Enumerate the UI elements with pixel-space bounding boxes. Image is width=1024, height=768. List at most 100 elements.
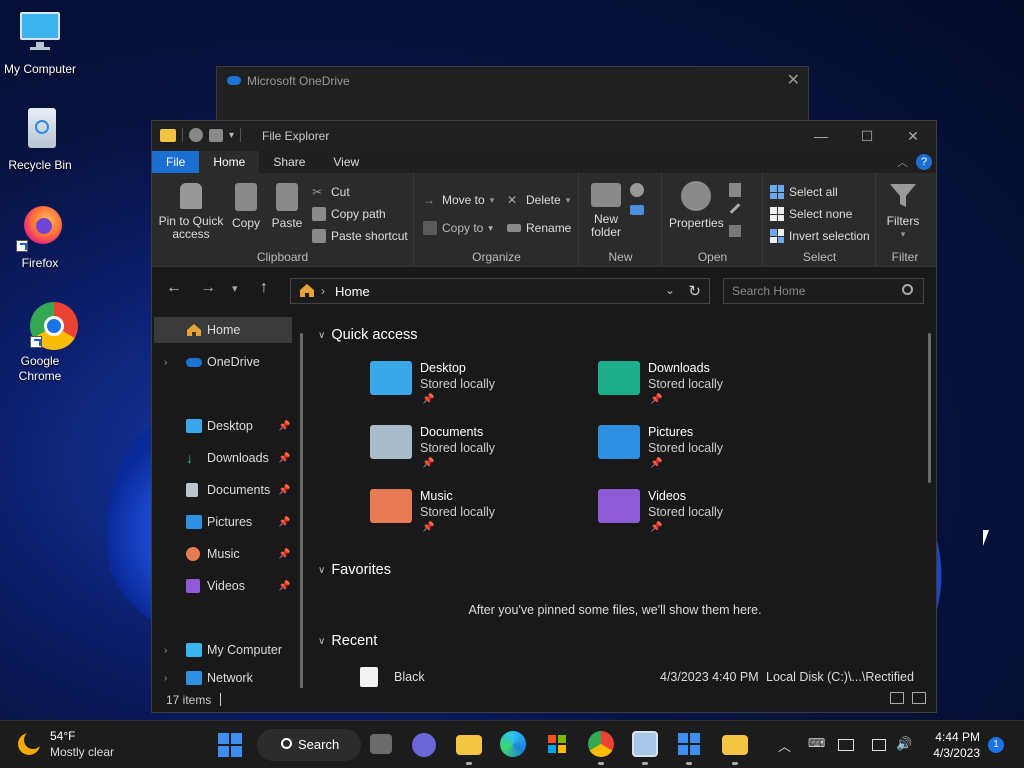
chrome-taskbar-icon[interactable] — [588, 731, 614, 757]
address-dropdown-icon[interactable]: ⌄ — [665, 283, 675, 297]
minimize-button[interactable]: — — [798, 121, 844, 151]
select-all-button[interactable]: Select all — [770, 185, 838, 199]
nav-item-my-computer[interactable]: › My Computer — [154, 637, 292, 663]
notification-badge[interactable]: 1 — [988, 737, 1004, 753]
start-button[interactable] — [218, 733, 242, 757]
move-to-button[interactable]: → Move to ▾ — [423, 193, 494, 207]
windows-app-icon[interactable] — [678, 733, 700, 755]
nav-pane-scrollbar[interactable] — [300, 333, 303, 689]
new-folder-icon[interactable] — [209, 128, 223, 142]
quick-access-folder-documents[interactable]: Documents Stored locally 📌 — [370, 421, 590, 477]
easy-access-icon[interactable] — [630, 205, 644, 215]
expand-chevron-icon[interactable]: › — [164, 673, 167, 684]
tab-file[interactable]: File — [152, 151, 200, 173]
new-folder-button[interactable]: New folder — [586, 183, 626, 239]
expand-chevron-icon[interactable]: › — [164, 357, 167, 368]
close-icon[interactable]: ✕ — [787, 70, 800, 90]
pin-icon[interactable]: 📌 — [278, 517, 290, 528]
recent-locations-dropdown-icon[interactable]: ▾ — [232, 282, 238, 295]
store-icon[interactable] — [544, 731, 570, 757]
content-scrollbar[interactable] — [928, 333, 931, 483]
nav-item-music[interactable]: Music 📌 — [154, 541, 292, 567]
paste-button[interactable]: Paste — [268, 183, 306, 230]
invert-selection-button[interactable]: Invert selection — [770, 229, 870, 243]
forward-button[interactable]: → — [200, 279, 216, 297]
tab-share[interactable]: Share — [259, 151, 319, 173]
edge-icon[interactable] — [500, 731, 526, 757]
rename-button[interactable]: Rename — [507, 221, 571, 235]
file-explorer-window[interactable]: ▾ File Explorer — ☐ ✕ File Home Share Vi… — [151, 120, 937, 713]
quick-access-folder-music[interactable]: Music Stored locally 📌 — [370, 485, 590, 541]
nav-item-desktop[interactable]: Desktop 📌 — [154, 413, 292, 439]
quick-access-folder-videos[interactable]: Videos Stored locally 📌 — [598, 485, 818, 541]
pin-to-quick-access-button[interactable]: Pin to Quick access — [158, 183, 224, 241]
desktop-icon-recycle-bin[interactable]: Recycle Bin — [0, 106, 80, 173]
collapse-ribbon-icon[interactable]: ︿ — [897, 154, 908, 170]
expand-chevron-icon[interactable]: › — [164, 645, 167, 656]
cut-button[interactable]: ✂ Cut — [312, 185, 350, 199]
open-icon[interactable] — [729, 183, 741, 197]
quick-access-folder-downloads[interactable]: Downloads Stored locally 📌 — [598, 357, 818, 413]
keyboard-icon[interactable]: ⌨ — [808, 736, 825, 750]
nav-item-pictures[interactable]: Pictures 📌 — [154, 509, 292, 535]
nav-item-network[interactable]: › Network — [154, 669, 292, 687]
search-input[interactable] — [732, 284, 892, 298]
details-view-icon[interactable] — [890, 692, 904, 704]
filters-button[interactable]: Filters ▾ — [881, 181, 925, 241]
system-clock[interactable]: 4:44 PM 4/3/2023 — [928, 729, 980, 761]
quick-access-folder-pictures[interactable]: Pictures Stored locally 📌 — [598, 421, 818, 477]
edit-icon[interactable] — [729, 203, 741, 214]
copy-to-button[interactable]: Copy to ▾ — [423, 221, 493, 235]
nav-item-downloads[interactable]: ↓ Downloads 📌 — [154, 445, 292, 471]
copy-button[interactable]: Copy — [228, 183, 264, 230]
onedrive-window[interactable]: Microsoft OneDrive ✕ — [216, 66, 809, 126]
large-icons-view-icon[interactable] — [912, 692, 926, 704]
task-view-icon[interactable] — [370, 734, 392, 754]
nav-item-videos[interactable]: Videos 📌 — [154, 573, 292, 599]
address-bar[interactable]: › Home ⌄ ↻ — [290, 278, 710, 304]
quick-access-header[interactable]: ∨ Quick access — [318, 327, 418, 343]
file-explorer-taskbar-icon[interactable] — [456, 735, 482, 755]
close-button[interactable]: ✕ — [890, 121, 936, 151]
resource-monitor-icon[interactable] — [632, 731, 658, 757]
tab-view[interactable]: View — [319, 151, 373, 173]
copy-path-button[interactable]: Copy path — [312, 207, 386, 221]
up-button[interactable]: ↑ — [260, 279, 268, 297]
taskbar-search-button[interactable]: Search — [257, 729, 361, 761]
back-button[interactable]: ← — [166, 279, 182, 297]
touch-keyboard-icon[interactable] — [838, 739, 854, 751]
delete-button[interactable]: ✕ Delete ▾ — [507, 193, 570, 207]
desktop-icon-google-chrome[interactable]: Google Chrome — [0, 300, 80, 384]
properties-icon[interactable] — [189, 128, 203, 142]
nav-item-onedrive[interactable]: › OneDrive — [154, 349, 292, 375]
pin-icon[interactable]: 📌 — [278, 421, 290, 432]
desktop-icon-my-computer[interactable]: My Computer — [0, 10, 80, 77]
network-tray-icon[interactable] — [872, 739, 886, 751]
nav-item-documents[interactable]: Documents 📌 — [154, 477, 292, 503]
refresh-icon[interactable]: ↻ — [688, 282, 701, 300]
title-bar[interactable]: ▾ File Explorer — ☐ ✕ — [152, 121, 936, 151]
list-item[interactable]: Black 4/3/2023 4:40 PM Local Disk (C:)\.… — [360, 667, 920, 687]
pin-icon[interactable]: 📌 — [278, 453, 290, 464]
pin-icon[interactable]: 📌 — [278, 581, 290, 592]
pin-icon[interactable]: 📌 — [278, 549, 290, 560]
history-icon[interactable] — [729, 225, 741, 237]
select-none-button[interactable]: Select none — [770, 207, 852, 221]
search-box[interactable] — [723, 278, 924, 304]
pin-icon[interactable]: 📌 — [278, 485, 290, 496]
volume-icon[interactable]: 🔊 — [896, 736, 912, 752]
tab-home[interactable]: Home — [199, 151, 260, 173]
maximize-button[interactable]: ☐ — [844, 121, 890, 151]
quick-access-folder-desktop[interactable]: Desktop Stored locally 📌 — [370, 357, 590, 413]
properties-button[interactable]: Properties — [669, 181, 724, 230]
paste-shortcut-button[interactable]: Paste shortcut — [312, 229, 408, 243]
new-item-icon[interactable] — [630, 183, 644, 197]
show-hidden-icons-chevron-icon[interactable]: ︿ — [778, 736, 791, 755]
recent-header[interactable]: ∨ Recent — [318, 633, 377, 649]
nav-item-home[interactable]: Home — [154, 317, 292, 343]
breadcrumb[interactable]: Home — [335, 284, 370, 299]
help-icon[interactable]: ? — [916, 154, 932, 170]
favorites-header[interactable]: ∨ Favorites — [318, 562, 391, 578]
teams-chat-icon[interactable] — [412, 733, 436, 757]
onedrive-folder-icon[interactable] — [722, 735, 748, 755]
